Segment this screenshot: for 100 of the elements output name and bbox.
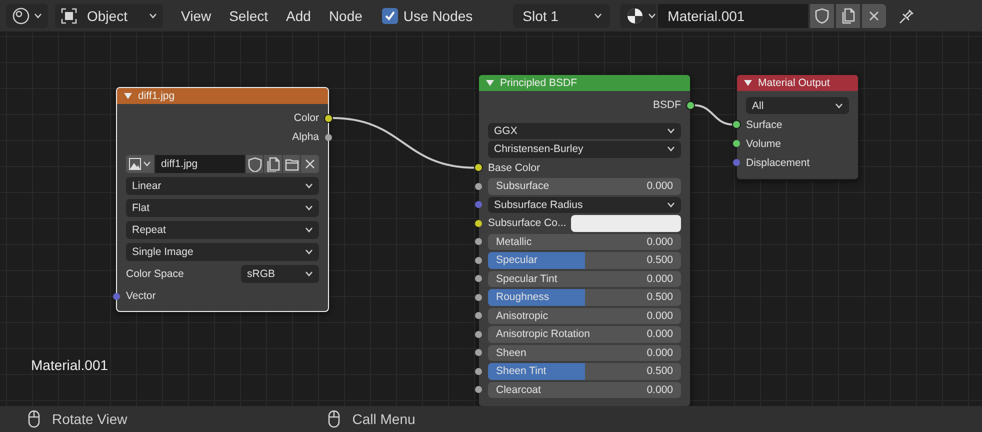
dropdown[interactable]: Single Image bbox=[126, 243, 319, 261]
chevron-icon bbox=[594, 12, 602, 18]
node-title: diff1.jpg bbox=[138, 90, 175, 102]
duplicate-button[interactable] bbox=[264, 155, 282, 173]
dropdown[interactable]: Christensen-Burley bbox=[488, 141, 681, 158]
socket-dot[interactable] bbox=[475, 220, 482, 227]
pin-icon[interactable] bbox=[898, 6, 916, 24]
value-slider[interactable]: Sheen Tint 0.500 bbox=[488, 363, 681, 380]
socket-dot[interactable] bbox=[475, 201, 482, 208]
editor-type-button[interactable] bbox=[6, 4, 48, 28]
socket-dot[interactable] bbox=[475, 238, 482, 246]
socket-dot[interactable] bbox=[325, 114, 332, 122]
value-slider[interactable]: Clearcoat 0.000 bbox=[488, 382, 681, 398]
menu-item[interactable]: Select bbox=[229, 8, 268, 24]
socket-dot[interactable] bbox=[475, 349, 482, 356]
duplicate-button[interactable] bbox=[836, 4, 860, 28]
socket-dot[interactable] bbox=[475, 164, 482, 172]
status-hint: Call Menu bbox=[352, 411, 416, 427]
socket-dot[interactable] bbox=[113, 292, 120, 300]
slider-value: 0.000 bbox=[646, 346, 673, 359]
socket-dot[interactable] bbox=[475, 256, 482, 264]
checkmark-icon bbox=[384, 10, 396, 22]
unlink-button[interactable] bbox=[862, 4, 886, 28]
slot-dropdown[interactable]: Slot 1 bbox=[512, 4, 610, 28]
socket-dot[interactable] bbox=[475, 386, 482, 394]
slider-value: 0.500 bbox=[646, 291, 673, 304]
mouse-icon bbox=[328, 410, 340, 428]
node-header[interactable]: Material Output bbox=[737, 75, 858, 91]
image-browse-button[interactable] bbox=[126, 155, 154, 173]
chevron-icon bbox=[149, 12, 157, 18]
unlink-button[interactable] bbox=[301, 155, 320, 173]
chevron-icon bbox=[143, 161, 151, 167]
socket-dot[interactable] bbox=[475, 275, 482, 282]
socket-label: Alpha bbox=[292, 131, 319, 143]
color-swatch[interactable] bbox=[571, 215, 681, 232]
shield-icon bbox=[246, 156, 263, 172]
socket-dot[interactable] bbox=[325, 134, 332, 140]
socket-dot[interactable] bbox=[475, 368, 482, 375]
value-slider[interactable]: Subsurface 0.000 bbox=[488, 178, 681, 194]
socket-label: Vector bbox=[126, 290, 156, 302]
socket-dot[interactable] bbox=[733, 140, 740, 147]
slider-label: Anisotropic bbox=[496, 310, 548, 322]
slider-value: 0.000 bbox=[646, 236, 673, 248]
dropdown[interactable]: Repeat bbox=[126, 221, 319, 239]
slider-value: 0.000 bbox=[646, 272, 673, 285]
chevron-icon bbox=[648, 12, 656, 18]
socket-label: Base Color bbox=[488, 162, 540, 174]
socket-dot[interactable] bbox=[687, 102, 694, 109]
socket-dot[interactable] bbox=[475, 182, 482, 190]
slider-value: 0.000 bbox=[646, 180, 673, 192]
slider-label: Subsurface bbox=[496, 180, 550, 192]
chevron-icon bbox=[667, 146, 675, 152]
socket-dot[interactable] bbox=[475, 312, 482, 320]
value-slider[interactable]: Roughness 0.500 bbox=[488, 289, 681, 306]
fake-user-button[interactable] bbox=[246, 155, 264, 173]
material-browse-button[interactable] bbox=[620, 4, 656, 28]
mode-dropdown[interactable]: Object bbox=[55, 4, 163, 28]
value-slider[interactable]: Anisotropic 0.000 bbox=[488, 308, 681, 324]
chevron-icon bbox=[305, 271, 313, 277]
use-nodes-checkbox[interactable] bbox=[382, 8, 398, 24]
value-slider[interactable]: Metallic 0.000 bbox=[488, 234, 681, 250]
dropdown[interactable]: sRGB bbox=[241, 265, 319, 283]
socket-dot[interactable] bbox=[475, 294, 482, 301]
slider-value: 0.500 bbox=[646, 254, 673, 266]
value-slider[interactable]: Anisotropic Rotation 0.000 bbox=[488, 326, 681, 342]
slider-label: Anisotropic Rotation bbox=[496, 328, 590, 340]
use-nodes-label[interactable]: Use Nodes bbox=[403, 8, 473, 24]
chevron-icon bbox=[34, 12, 42, 18]
menu-item[interactable]: Node bbox=[328, 8, 362, 24]
menu-item[interactable]: View bbox=[181, 8, 212, 24]
socket-label: Subsurface Co... bbox=[488, 217, 566, 230]
socket-dot[interactable] bbox=[733, 121, 740, 128]
dropdown[interactable]: Subsurface Radius bbox=[488, 196, 681, 213]
menu-item[interactable]: Add bbox=[286, 8, 311, 24]
copy-icon bbox=[265, 156, 282, 172]
material-name-field[interactable]: Material.001 bbox=[658, 4, 808, 28]
chevron-icon bbox=[305, 205, 313, 211]
slider-value: 0.000 bbox=[646, 384, 673, 396]
copy-icon bbox=[840, 6, 856, 24]
shield-icon bbox=[814, 6, 830, 24]
node-header[interactable]: diff1.jpg bbox=[117, 88, 328, 104]
dropdown[interactable]: All bbox=[746, 97, 849, 114]
socket-dot[interactable] bbox=[475, 330, 482, 338]
property-label: Color Space bbox=[126, 268, 185, 280]
dropdown[interactable]: Linear bbox=[126, 177, 319, 195]
socket-dot[interactable] bbox=[733, 159, 740, 166]
open-file-button[interactable] bbox=[282, 155, 300, 173]
value-slider[interactable]: Sheen 0.000 bbox=[488, 344, 681, 361]
socket-label: Volume bbox=[746, 138, 782, 150]
chevron-icon bbox=[835, 102, 843, 108]
slider-label: Metallic bbox=[496, 236, 532, 248]
dropdown[interactable]: Flat bbox=[126, 199, 319, 217]
dropdown[interactable]: GGX bbox=[488, 122, 681, 139]
slider-label: Roughness bbox=[496, 291, 550, 304]
image-name-field[interactable]: diff1.jpg bbox=[155, 155, 245, 173]
value-slider[interactable]: Specular 0.500 bbox=[488, 252, 681, 268]
value-slider[interactable]: Specular Tint 0.000 bbox=[488, 270, 681, 287]
fake-user-button[interactable] bbox=[810, 4, 834, 28]
slider-label: Clearcoat bbox=[496, 384, 541, 396]
socket-label: Surface bbox=[746, 118, 782, 130]
